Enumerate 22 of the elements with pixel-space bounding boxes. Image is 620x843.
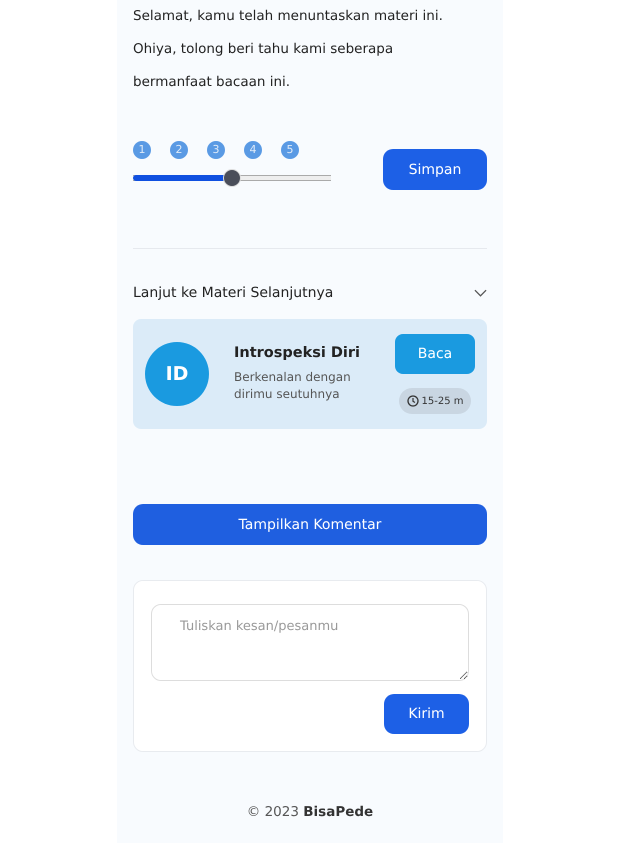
rating-step[interactable]: 2 [170, 140, 188, 158]
slider-thumb[interactable] [223, 168, 241, 186]
chevron-icon[interactable] [474, 289, 487, 297]
rating-step[interactable]: 1 [133, 140, 151, 158]
lesson-title: Introspeksi Diri [234, 345, 362, 361]
clock-icon [406, 395, 418, 407]
duration-text: 15-25 m [422, 396, 464, 406]
lesson-description: Berkenalan dengan dirimu seutuhnya [234, 369, 352, 403]
rating-step[interactable]: 4 [244, 140, 262, 158]
rating-step[interactable]: 5 [281, 140, 299, 158]
intro-text: Ohiya, tolong beri tahu kami seberapa [133, 40, 394, 59]
comment-field[interactable]: Tuliskan kesan/pesanmu [151, 604, 469, 681]
show-comments-button[interactable]: Tampilkan Komentar [133, 504, 487, 545]
read-button[interactable]: Baca [395, 334, 475, 374]
rating-step[interactable]: 3 [207, 140, 225, 158]
send-button[interactable]: Kirim [384, 694, 469, 734]
section-title: Lanjut ke Materi Selanjutnya [133, 285, 334, 301]
lesson-avatar: ID [145, 342, 209, 406]
intro-text: bermanfaat bacaan ini. [133, 73, 292, 92]
intro-text: Selamat, kamu telah menuntaskan materi ini. [133, 7, 444, 26]
footer-text: © 2023 BisaPede [246, 804, 374, 820]
save-button[interactable]: Simpan [383, 149, 487, 190]
